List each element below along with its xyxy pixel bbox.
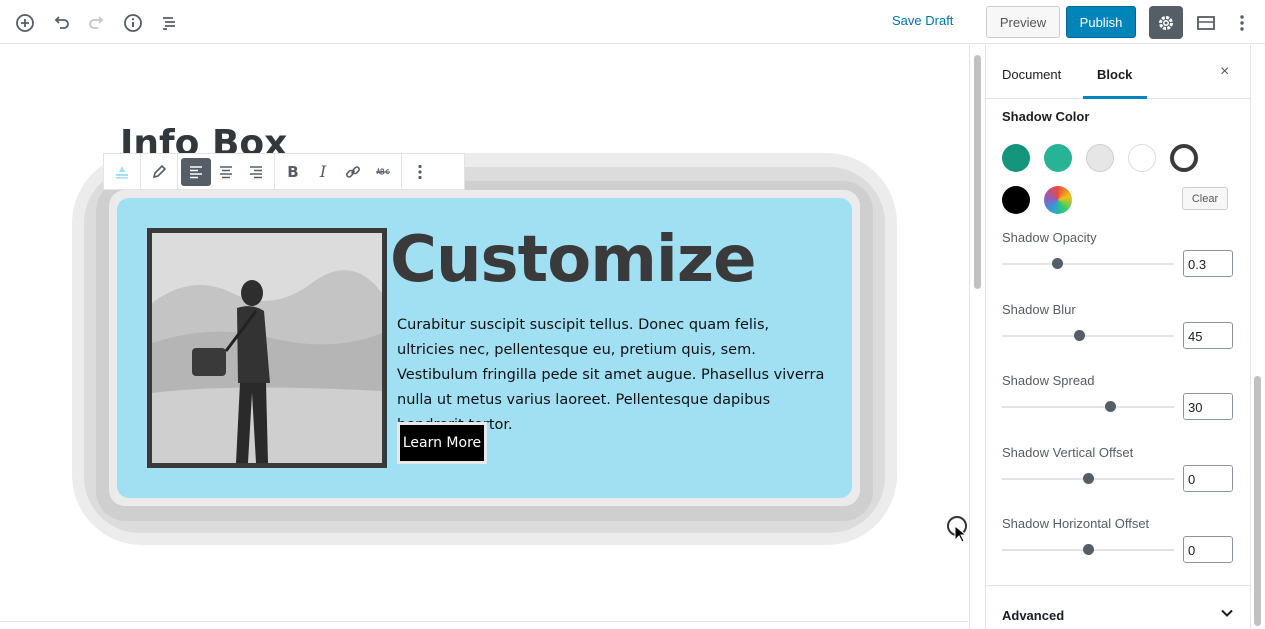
tab-document[interactable]: Document: [1002, 67, 1061, 82]
fullwidth-icon[interactable]: [1192, 9, 1220, 37]
redo-icon[interactable]: [83, 9, 111, 37]
advanced-label: Advanced: [1002, 608, 1065, 623]
settings-button[interactable]: [1149, 6, 1183, 39]
top-toolbar: Save Draft Preview Publish: [0, 0, 1265, 44]
slider-track[interactable]: [1002, 330, 1174, 341]
info-box-heading[interactable]: Customize: [390, 223, 756, 297]
sidebar-scrollbar[interactable]: [1250, 45, 1265, 629]
align-right-icon[interactable]: [241, 158, 271, 186]
close-icon[interactable]: ×: [1220, 63, 1229, 81]
scrollbar-thumb[interactable]: [974, 55, 981, 289]
more-options-icon[interactable]: [405, 158, 435, 186]
control-label: Shadow Blur: [1002, 302, 1076, 317]
more-vertical-icon[interactable]: [1228, 9, 1256, 37]
italic-icon[interactable]: I: [308, 158, 338, 186]
info-box-image[interactable]: [147, 228, 387, 468]
preview-button[interactable]: Preview: [986, 6, 1060, 38]
pencil-icon[interactable]: [144, 158, 174, 186]
gear-icon: [1159, 15, 1173, 30]
slider-thumb[interactable]: [1074, 330, 1086, 341]
clear-color-button[interactable]: Clear: [1182, 187, 1228, 210]
slider-thumb[interactable]: [1083, 473, 1094, 484]
outline-icon[interactable]: [155, 9, 183, 37]
scrollbar-thumb[interactable]: [1254, 376, 1261, 626]
slider-track[interactable]: [1002, 473, 1174, 484]
color-swatch-light-gray[interactable]: [1086, 144, 1114, 172]
color-swatch-white[interactable]: [1128, 144, 1156, 172]
add-block-icon[interactable]: [11, 9, 39, 37]
info-icon[interactable]: [119, 9, 147, 37]
number-input[interactable]: 0: [1183, 465, 1233, 492]
undo-icon[interactable]: [47, 9, 75, 37]
slider-track[interactable]: [1002, 258, 1174, 269]
color-swatch-teal[interactable]: [1044, 144, 1072, 172]
color-swatch-black[interactable]: [1002, 186, 1030, 214]
man-photo-icon: [152, 233, 382, 463]
align-left-icon[interactable]: [181, 157, 211, 186]
control-label: Shadow Vertical Offset: [1002, 445, 1134, 460]
number-input[interactable]: 30: [1183, 393, 1233, 420]
control-label: Shadow Horizontal Offset: [1002, 516, 1150, 531]
publish-button[interactable]: Publish: [1066, 6, 1136, 38]
slider-thumb[interactable]: [1083, 544, 1094, 555]
number-input[interactable]: 0: [1183, 536, 1233, 563]
align-center-icon[interactable]: [211, 158, 241, 186]
number-input[interactable]: 45: [1183, 322, 1233, 349]
mouse-pointer-icon: [954, 525, 966, 543]
control-label: Shadow Spread: [1002, 373, 1095, 388]
slider-thumb[interactable]: [1052, 258, 1064, 269]
strikethrough-icon[interactable]: [368, 158, 398, 186]
divider: [0, 621, 968, 622]
block-type-icon[interactable]: [107, 158, 137, 186]
settings-sidebar: Document Block × Shadow Color Clear Shad…: [985, 45, 1265, 629]
sidebar-tabs: Document Block ×: [986, 45, 1250, 99]
block-toolbar: B I: [103, 153, 465, 190]
link-icon[interactable]: [338, 158, 368, 186]
color-swatch-dark-teal[interactable]: [1002, 144, 1030, 172]
save-draft-button[interactable]: Save Draft: [892, 13, 953, 28]
slider-track[interactable]: [1002, 544, 1174, 555]
info-box-body[interactable]: Curabitur suscipit suscipit tellus. Done…: [397, 313, 829, 438]
chevron-down-icon: [1221, 609, 1233, 617]
number-input[interactable]: 0.3: [1183, 250, 1233, 277]
color-swatch-selected[interactable]: [1170, 144, 1198, 172]
tab-block[interactable]: Block: [1097, 67, 1132, 82]
learn-more-button[interactable]: Learn More: [397, 422, 487, 464]
custom-color-picker-icon[interactable]: [1044, 186, 1072, 214]
slider-thumb[interactable]: [1105, 401, 1117, 412]
advanced-panel-toggle[interactable]: Advanced: [986, 585, 1250, 629]
control-label: Shadow Opacity: [1002, 230, 1097, 245]
editor-canvas[interactable]: Info Box Customize Curabitur suscipit su…: [0, 45, 968, 629]
editor-scrollbar[interactable]: [969, 45, 984, 629]
bold-icon[interactable]: B: [278, 158, 308, 186]
shadow-color-title: Shadow Color: [1002, 109, 1090, 124]
active-tab-indicator: [1083, 96, 1147, 99]
slider-track[interactable]: [1002, 401, 1174, 412]
